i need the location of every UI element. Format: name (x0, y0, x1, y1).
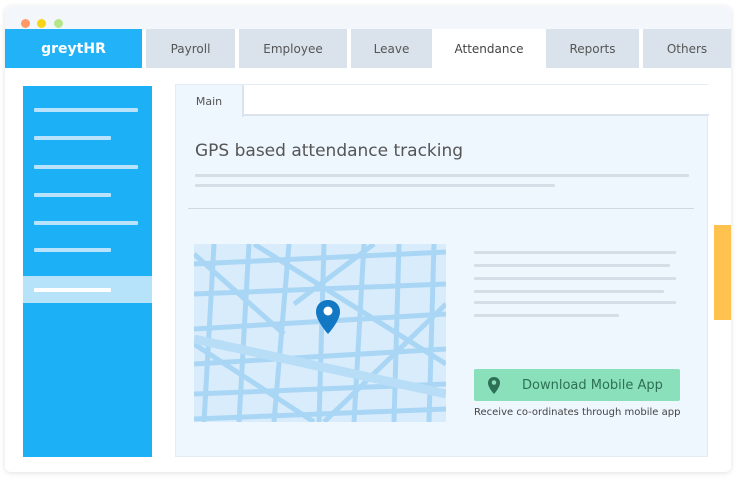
text-placeholder (474, 290, 664, 293)
sidebar-item[interactable] (34, 221, 138, 225)
location-pin-icon (488, 376, 500, 394)
tab-payroll[interactable]: Payroll (146, 29, 235, 68)
main-panel: Main GPS based attendance tracking Downl… (175, 84, 709, 457)
caption: Receive co-ordinates through mobile app (474, 407, 681, 418)
sidebar-item[interactable] (34, 193, 111, 197)
tab-others[interactable]: Others (643, 29, 731, 68)
logo-text: greytHR (41, 40, 106, 57)
text-placeholder (474, 251, 676, 254)
location-pin-icon (316, 300, 340, 334)
text-placeholder (474, 301, 676, 304)
page-title: GPS based attendance tracking (195, 141, 464, 161)
tab-reports[interactable]: Reports (546, 29, 639, 68)
tab-main[interactable]: Main (176, 85, 244, 117)
button-label: Download Mobile App (522, 377, 663, 393)
sidebar-item[interactable] (34, 165, 138, 169)
tab-employee[interactable]: Employee (239, 29, 347, 68)
close-button[interactable] (21, 19, 30, 28)
minimize-button[interactable] (37, 19, 46, 28)
text-placeholder (195, 184, 555, 187)
text-placeholder (195, 174, 689, 177)
title-bar (5, 6, 731, 29)
sidebar-item[interactable] (34, 136, 111, 140)
tab-attendance[interactable]: Attendance (436, 29, 542, 68)
download-mobile-app-button[interactable]: Download Mobile App (474, 369, 680, 401)
text-placeholder (474, 264, 670, 267)
sidebar-item[interactable] (34, 248, 111, 252)
side-tab[interactable] (714, 225, 731, 320)
sidebar (23, 86, 152, 457)
sidebar-item[interactable] (34, 108, 138, 112)
divider (188, 208, 694, 209)
tab-bar (176, 85, 709, 116)
text-placeholder (474, 314, 619, 317)
sidebar-item-selected[interactable] (23, 276, 152, 303)
text-placeholder (474, 277, 676, 280)
logo[interactable]: greytHR (5, 29, 142, 68)
maximize-button[interactable] (54, 19, 63, 28)
tab-leave[interactable]: Leave (351, 29, 432, 68)
